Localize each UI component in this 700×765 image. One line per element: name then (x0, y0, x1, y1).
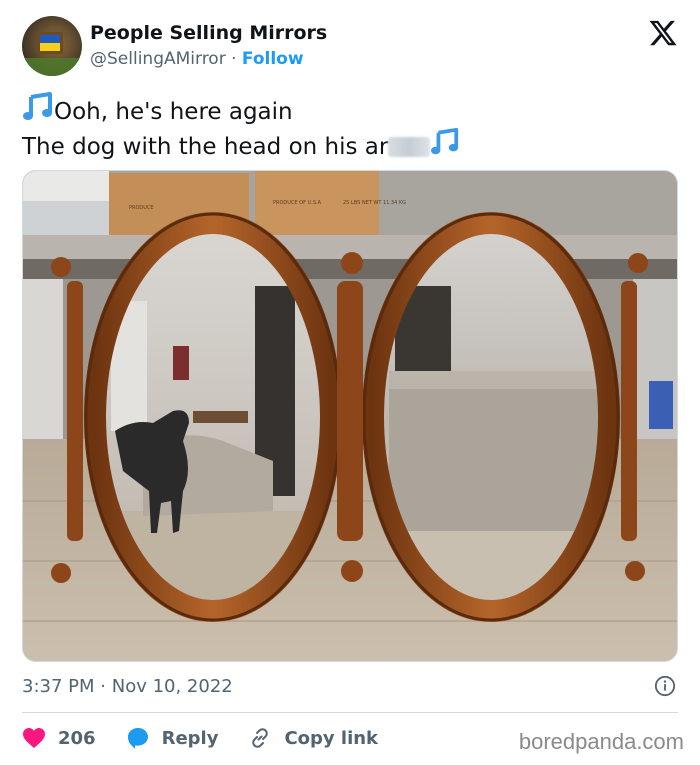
ukraine-flag-icon (37, 32, 63, 54)
tweet-text: Ooh, he's here again The dog with the he… (22, 92, 682, 162)
tweet-timestamp[interactable]: 3:37 PM · Nov 10, 2022 (22, 676, 233, 697)
watermark: boredpanda.com (518, 729, 684, 754)
tweet-date: Nov 10, 2022 (111, 676, 233, 697)
link-icon (252, 728, 269, 748)
tweet-header: People Selling Mirrors @SellingAMirror ·… (22, 16, 682, 78)
music-note-icon (431, 127, 459, 155)
reply-bubble-icon (127, 728, 148, 749)
tweet-line-1: Ooh, he's here again (54, 99, 293, 125)
reply-button[interactable]: Reply (126, 726, 219, 750)
author-handle[interactable]: @SellingAMirror (90, 49, 226, 69)
copy-link-button[interactable]: Copy link (248, 726, 378, 750)
author-handle-row: @SellingAMirror · Follow (90, 49, 304, 69)
follow-button[interactable]: Follow (242, 49, 304, 69)
avatar[interactable] (22, 16, 82, 76)
divider (22, 712, 678, 713)
box-label: PRODUCE OF U.S.A (273, 200, 322, 206)
tweet-time: 3:37 PM (22, 676, 95, 697)
like-count: 206 (58, 727, 96, 749)
separator-dot: · (231, 49, 237, 69)
box-label: 25 LBS NET WT 11.34 KG (343, 200, 406, 206)
box-label: PRODUCE (129, 205, 154, 211)
mirrors-photo: PRODUCE PRODUCE OF U.S.A 25 LBS NET WT 1… (23, 171, 677, 661)
author-name[interactable]: People Selling Mirrors (90, 22, 327, 44)
x-logo-icon[interactable] (648, 18, 678, 48)
action-bar: 206 Reply Copy link (22, 724, 408, 752)
music-note-icon (23, 92, 52, 120)
copy-link-label: Copy link (284, 727, 379, 749)
blurred-text (388, 137, 431, 157)
reply-label: Reply (161, 727, 219, 749)
info-icon[interactable] (654, 675, 676, 697)
separator-dot: · (100, 676, 106, 697)
heart-icon (23, 728, 45, 748)
tweet-photo[interactable]: PRODUCE PRODUCE OF U.S.A 25 LBS NET WT 1… (22, 170, 678, 662)
like-button[interactable]: 206 (22, 727, 96, 749)
tweet-line-2: The dog with the head on his ar (22, 134, 389, 160)
